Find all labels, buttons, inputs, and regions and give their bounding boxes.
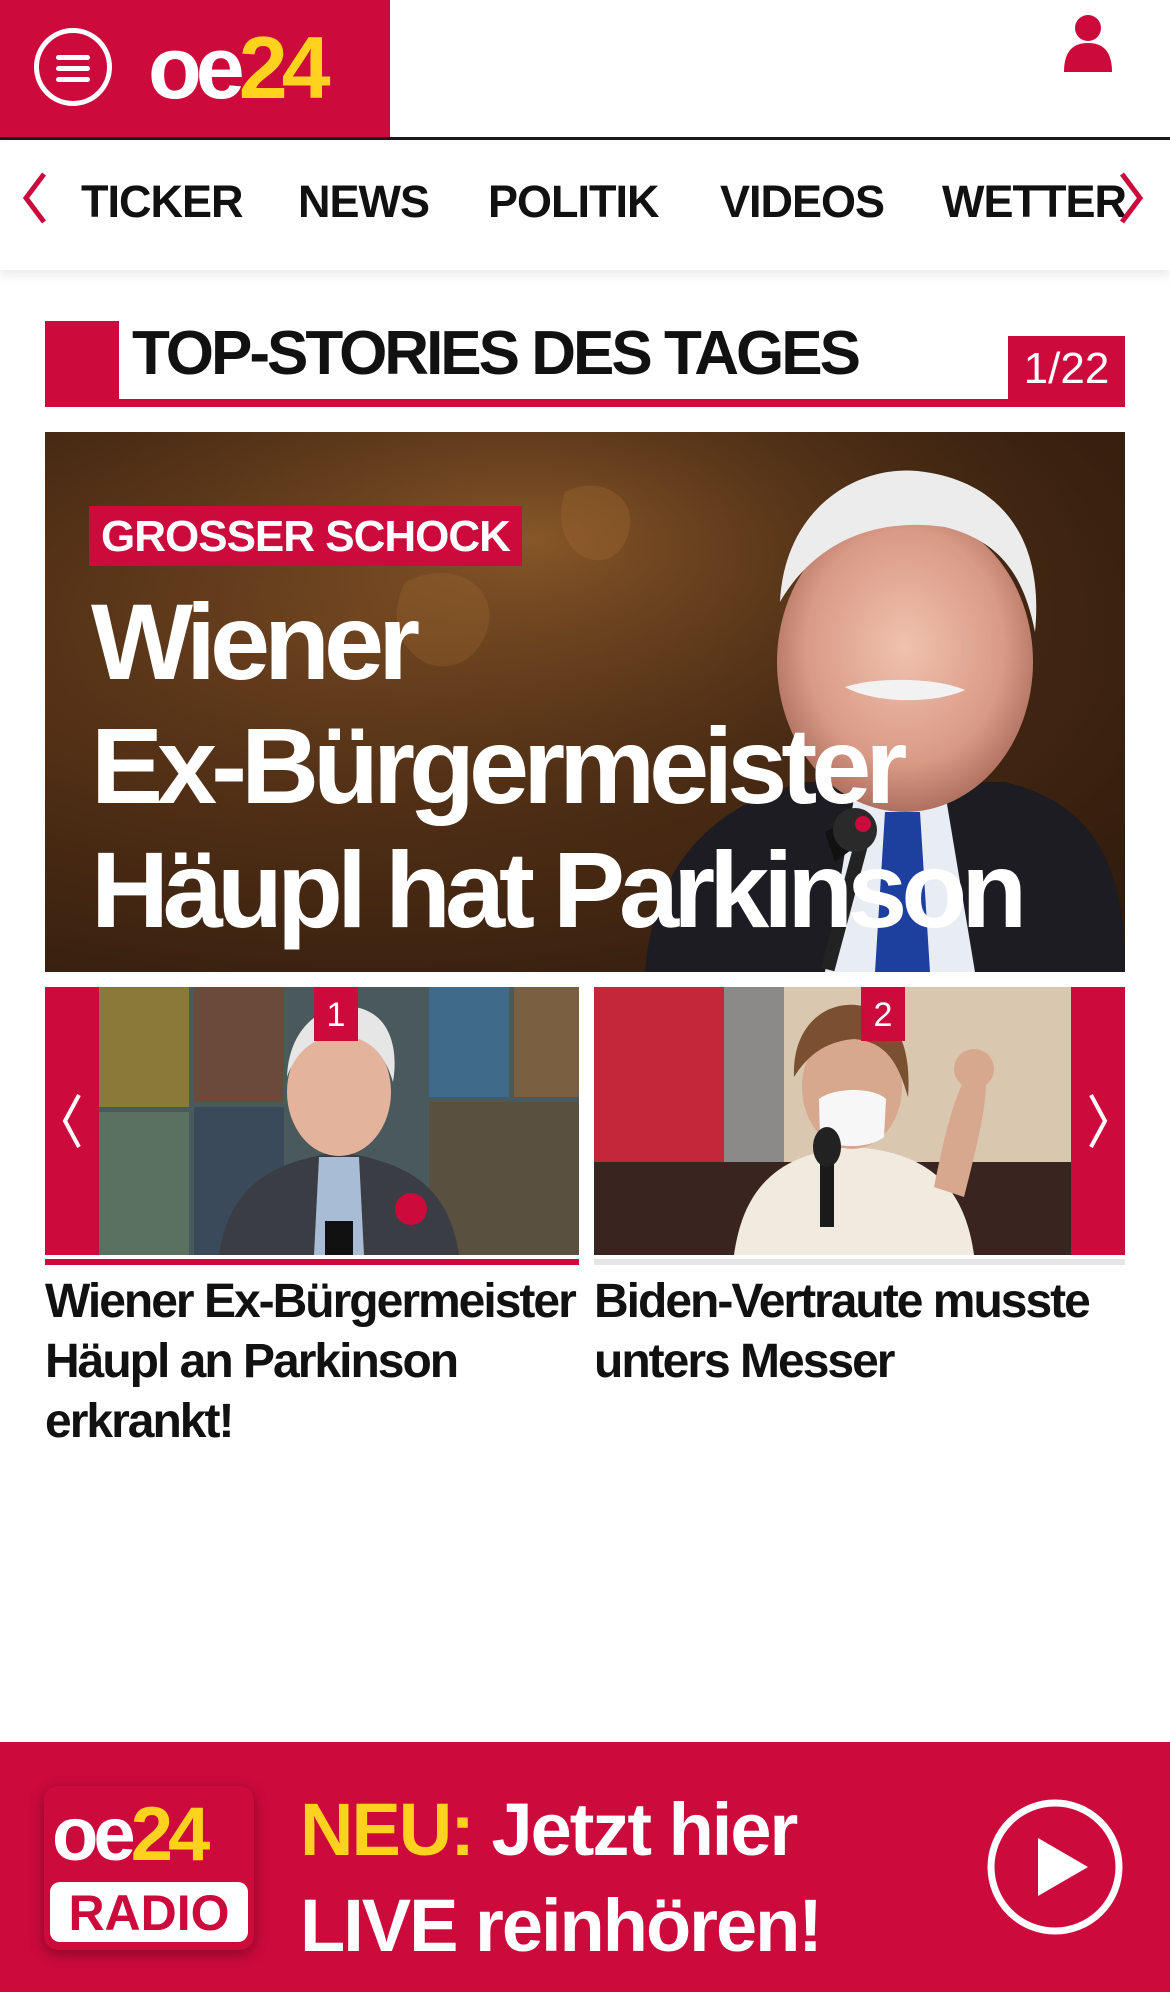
carousel-card-2[interactable]: 2	[594, 987, 1072, 1255]
chevron-left-icon[interactable]	[14, 168, 54, 228]
story-image	[594, 987, 1072, 1255]
nav-item-politik[interactable]: POLITIK	[488, 176, 659, 228]
active-card-indicator	[45, 1259, 579, 1265]
card-1-title[interactable]: Wiener Ex-Bürgermeister Häupl an Parkins…	[45, 1272, 579, 1452]
site-logo[interactable]: oe24	[148, 20, 331, 116]
card-number-badge: 2	[861, 987, 905, 1041]
hero-headline-line: Wiener	[91, 581, 420, 702]
user-icon[interactable]	[1062, 14, 1114, 72]
category-nav: TICKER NEWS POLITIK VIDEOS WETTER	[0, 140, 1170, 270]
radio-logo-label: RADIO	[50, 1882, 248, 1942]
chevron-right-icon[interactable]	[1112, 168, 1152, 228]
section-divider	[45, 399, 1125, 407]
carousel-next-button[interactable]	[1071, 987, 1125, 1255]
section-title: TOP-STORIES DES TAGES	[132, 319, 861, 388]
card-number-badge: 1	[314, 987, 358, 1041]
story-counter: 1/22	[1008, 336, 1125, 400]
radio-promo-text: NEU: Jetzt hier LIVE reinhören!	[300, 1788, 823, 1967]
nav-item-news[interactable]: NEWS	[298, 176, 430, 228]
inactive-card-indicator	[594, 1259, 1125, 1265]
nav-item-wetter[interactable]: WETTER	[942, 176, 1127, 228]
chevron-left-icon	[62, 1094, 81, 1148]
hero-headline-line: Häupl hat Parkinson	[91, 829, 1027, 950]
radio-logo: oe24 RADIO	[44, 1786, 254, 1950]
brand-box: oe24	[0, 0, 390, 137]
radio-banner[interactable]: oe24 RADIO NEU: Jetzt hier LIVE reinhöre…	[0, 1742, 1170, 1992]
hero-headline[interactable]: Wiener Ex-Bürgermeister Häupl hat Parkin…	[91, 580, 1027, 952]
hero-story[interactable]: GROSSER SCHOCK Wiener Ex-Bürgermeister H…	[45, 432, 1125, 972]
hero-headline-line: Ex-Bürgermeister	[91, 705, 907, 826]
nav-item-videos[interactable]: VIDEOS	[720, 176, 885, 228]
play-icon[interactable]	[986, 1798, 1124, 1936]
hamburger-menu-icon[interactable]	[34, 28, 112, 106]
chevron-right-icon	[1089, 1094, 1108, 1148]
nav-item-ticker[interactable]: TICKER	[81, 176, 243, 228]
section-accent	[45, 321, 119, 407]
carousel-prev-button[interactable]	[45, 987, 99, 1255]
site-header: oe24	[0, 0, 1170, 140]
carousel-card-1[interactable]: 1	[99, 987, 579, 1255]
hero-kicker: GROSSER SCHOCK	[89, 506, 522, 566]
card-2-title[interactable]: Biden-Vertraute musste unters Messer	[594, 1272, 1125, 1392]
